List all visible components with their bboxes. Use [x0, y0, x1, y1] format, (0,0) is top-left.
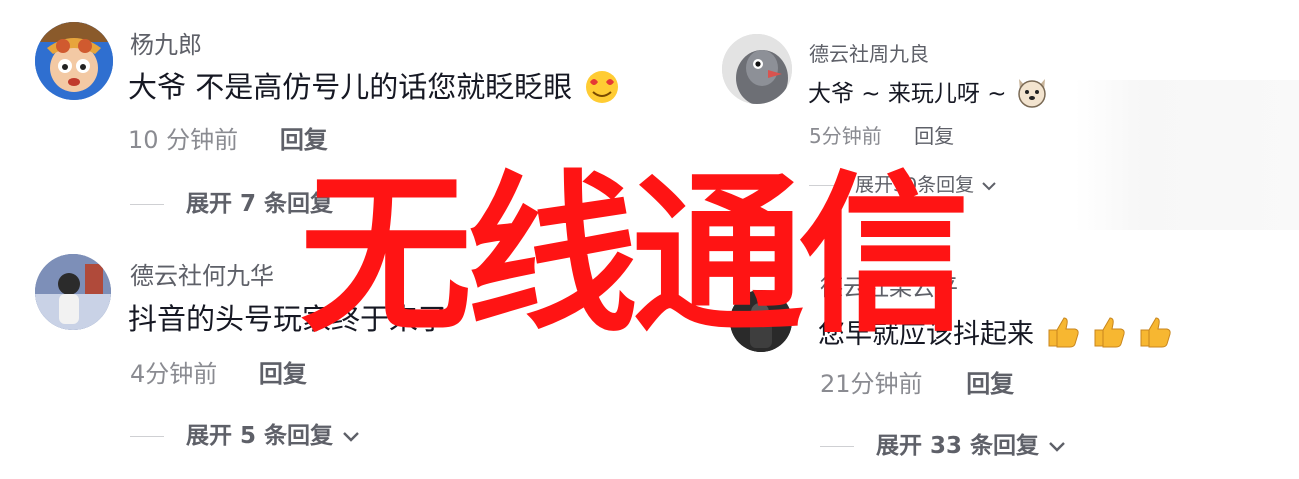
expand-replies-label: 展开 33 条回复: [876, 433, 1040, 459]
reply-button[interactable]: 回复: [280, 126, 328, 154]
reply-button[interactable]: 回复: [914, 124, 954, 148]
dog-face-emoji-icon: [1014, 75, 1050, 115]
comment-text-content: 大爷 ~ 来玩儿呀 ~: [808, 81, 1007, 107]
comment-meta: 4分钟前 回复: [130, 354, 307, 389]
divider-line: [130, 204, 164, 205]
comment-author[interactable]: 杨九郎: [130, 25, 202, 60]
avatar[interactable]: [722, 34, 792, 104]
pigeon-avatar-icon: [722, 34, 792, 104]
chevron-down-icon: [980, 174, 998, 196]
expand-replies-button[interactable]: 展开 5 条回复: [130, 416, 361, 450]
chevron-down-icon: [1047, 433, 1067, 459]
expand-replies-label: 展开 5 条回复: [186, 423, 334, 449]
divider-line: [820, 446, 854, 447]
heart-eyes-emoji-icon: [581, 68, 623, 111]
comment-time: 4分钟前: [130, 360, 218, 388]
expand-replies-button[interactable]: 展开 33 条回复: [820, 426, 1067, 460]
avatar[interactable]: [35, 22, 113, 100]
watermark-text: 无线通信: [300, 155, 970, 356]
reply-button[interactable]: 回复: [966, 370, 1014, 398]
comment-author[interactable]: 德云社何九华: [130, 256, 274, 291]
comment-author[interactable]: 德云社周九良: [809, 38, 929, 67]
comment-meta: 21分钟前 回复: [820, 364, 1014, 399]
avatar[interactable]: [35, 254, 111, 330]
comment-time: 21分钟前: [820, 370, 923, 398]
divider-line: [130, 436, 164, 437]
comment-time: 5分钟前: [809, 124, 882, 148]
thumbs-up-emoji-icon: [1043, 314, 1183, 357]
comment-text-content: 大爷 不是高仿号儿的话您就眨眨眼: [128, 70, 573, 104]
comment-meta: 10 分钟前 回复: [128, 120, 328, 155]
chevron-down-icon: [341, 423, 361, 449]
comment-time: 10 分钟前: [128, 126, 239, 154]
comment-text: 大爷 ~ 来玩儿呀 ~: [808, 74, 1050, 115]
comment-meta: 5分钟前 回复: [809, 120, 954, 149]
comment-text: 大爷 不是高仿号儿的话您就眨眨眼: [128, 64, 623, 111]
cartoon-avatar-icon: [35, 22, 113, 100]
person-photo-icon: [35, 254, 111, 330]
reply-button[interactable]: 回复: [259, 360, 307, 388]
